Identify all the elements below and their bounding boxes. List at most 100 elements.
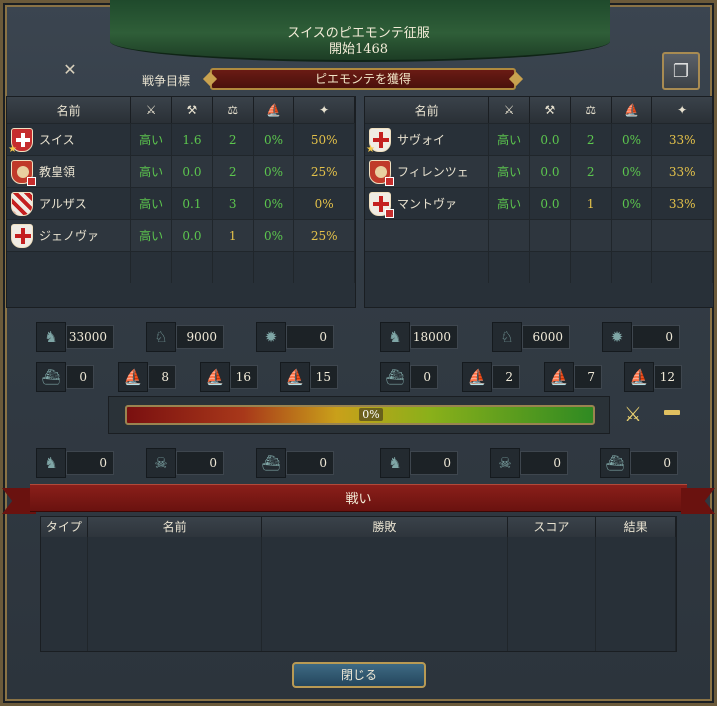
attacker-cavalry[interactable]: ♘ 9000 xyxy=(146,322,224,352)
skull-icon: ☠ xyxy=(146,448,176,478)
balance-icon[interactable]: ⚖ xyxy=(571,97,612,123)
header-name: 名前 xyxy=(7,97,132,123)
header-score[interactable]: スコア xyxy=(508,517,597,537)
table-row[interactable]: ★ スイス 高い 1.6 2 0% 50% xyxy=(7,123,355,155)
cell: 33% xyxy=(652,188,713,219)
map-mode-button[interactable]: ❐ xyxy=(662,52,700,90)
defender-transports[interactable]: ⛵ 12 xyxy=(624,362,682,392)
cell: 2 xyxy=(213,156,254,187)
ship-icon: ⛴ xyxy=(256,448,286,478)
infantry-icon: ♞ xyxy=(36,448,66,478)
battles-title: 戦い xyxy=(345,492,372,507)
cell: 33% xyxy=(652,124,713,155)
attacker-galleys[interactable]: ⛵ 16 xyxy=(200,362,258,392)
country-name: フィレンツェ xyxy=(397,165,469,179)
defender-ship-losses[interactable]: ⛴ 0 xyxy=(600,448,678,478)
cell: 0.0 xyxy=(530,188,571,219)
war-exhaustion-icon[interactable]: ⚒ xyxy=(172,97,213,123)
minus-icon[interactable] xyxy=(664,410,680,415)
attackers-rows: ★ スイス 高い 1.6 2 0% 50% 教皇領 高い 0.0 2 0% 25%… xyxy=(7,123,355,283)
cell: 0% xyxy=(254,156,295,187)
attacker-transports[interactable]: ⛵ 15 xyxy=(280,362,338,392)
ships-icon[interactable]: ⛵ xyxy=(612,97,653,123)
cavalry-icon: ♘ xyxy=(146,322,176,352)
close-button[interactable]: 閉じる xyxy=(292,662,426,688)
attacker-light-ships[interactable]: ⛵ 8 xyxy=(118,362,176,392)
light-ship-icon: ⛵ xyxy=(462,362,492,392)
cavalry-count: 9000 xyxy=(176,325,224,349)
table-row[interactable]: ★ サヴォイ 高い 0.0 2 0% 33% xyxy=(365,123,713,155)
war-goal-label: 戦争目標 xyxy=(142,74,191,88)
defender-infantry-losses[interactable]: ♞ 0 xyxy=(380,448,458,478)
participation-icon[interactable]: ✦ xyxy=(294,97,355,123)
cell: 0% xyxy=(254,220,295,251)
header-result[interactable]: 勝敗 xyxy=(262,517,508,537)
war-goal[interactable]: ピエモンテを獲得 xyxy=(210,68,516,90)
defender-attrition-losses[interactable]: ☠ 0 xyxy=(490,448,568,478)
flag-icon: ★ xyxy=(8,127,33,155)
defender-light-ships[interactable]: ⛵ 2 xyxy=(462,362,520,392)
ally-marker-icon xyxy=(385,208,394,218)
defender-artillery[interactable]: ✹ 0 xyxy=(602,322,680,352)
balance-icon[interactable]: ⚖ xyxy=(213,97,254,123)
ally-marker-icon xyxy=(385,176,394,186)
defender-cavalry[interactable]: ♘ 6000 xyxy=(492,322,570,352)
transport-icon: ⛵ xyxy=(624,362,654,392)
attacker-infantry[interactable]: ♞ 33000 xyxy=(36,322,114,352)
battles-banner: 戦い xyxy=(0,484,717,514)
table-row[interactable]: フィレンツェ 高い 0.0 2 0% 33% xyxy=(365,155,713,187)
defenders-rows: ★ サヴォイ 高い 0.0 2 0% 33% フィレンツェ 高い 0.0 2 0%… xyxy=(365,123,713,283)
attacker-heavy-ships[interactable]: ⛴ 0 xyxy=(36,362,94,392)
defender-galleys[interactable]: ⛵ 7 xyxy=(544,362,602,392)
participation-icon[interactable]: ✦ xyxy=(652,97,713,123)
flag-icon xyxy=(369,159,394,186)
cell: 3 xyxy=(213,188,254,219)
cell: 高い xyxy=(131,220,173,251)
cell: 高い xyxy=(489,124,531,155)
table-row xyxy=(365,251,713,283)
flag-icon xyxy=(11,223,33,248)
defender-infantry[interactable]: ♞ 18000 xyxy=(380,322,458,352)
morale-icon[interactable]: ⚔ xyxy=(131,97,173,123)
table-row[interactable]: 教皇領 高い 0.0 2 0% 25% xyxy=(7,155,355,187)
infantry-icon: ♞ xyxy=(380,322,410,352)
table-row[interactable]: マントヴァ 高い 0.0 1 0% 33% xyxy=(365,187,713,219)
table-row[interactable]: アルザス 高い 0.1 3 0% 0% xyxy=(7,187,355,219)
header-outcome[interactable]: 結果 xyxy=(596,517,676,537)
table-row xyxy=(7,251,355,283)
war-exhaustion-icon[interactable]: ⚒ xyxy=(530,97,571,123)
ships-icon[interactable]: ⛵ xyxy=(254,97,295,123)
war-start-date: 開始1468 xyxy=(328,42,389,57)
war-score-bar[interactable]: 0% xyxy=(125,405,595,425)
battles-header: タイプ 名前 勝敗 スコア 結果 xyxy=(41,517,676,537)
header-type[interactable]: タイプ xyxy=(41,517,88,537)
losses-count: 0 xyxy=(630,451,678,475)
flag-icon xyxy=(11,191,33,216)
attacker-infantry-losses[interactable]: ♞ 0 xyxy=(36,448,114,478)
defenders-table: 名前 ⚔ ⚒ ⚖ ⛵ ✦ ★ サヴォイ 高い 0.0 2 0% 33% フィレンツ… xyxy=(364,96,714,308)
artillery-count: 0 xyxy=(286,325,334,349)
crossed-swords-icon[interactable]: ⚔ xyxy=(620,402,646,428)
attacker-attrition-losses[interactable]: ☠ 0 xyxy=(146,448,224,478)
map-icon: ❐ xyxy=(672,60,690,82)
country-name: 教皇領 xyxy=(39,165,76,179)
losses-count: 0 xyxy=(176,451,224,475)
cell: 1 xyxy=(571,188,612,219)
attacker-ship-losses[interactable]: ⛴ 0 xyxy=(256,448,334,478)
morale-icon[interactable]: ⚔ xyxy=(489,97,531,123)
attacker-artillery[interactable]: ✹ 0 xyxy=(256,322,334,352)
galleys-count: 7 xyxy=(574,365,602,389)
artillery-icon: ✹ xyxy=(602,322,632,352)
cell: 0% xyxy=(612,124,653,155)
cell: 0% xyxy=(612,188,653,219)
infantry-icon: ♞ xyxy=(380,448,410,478)
header-name[interactable]: 名前 xyxy=(88,517,263,537)
header-name: 名前 xyxy=(365,97,490,123)
skull-icon: ☠ xyxy=(490,448,520,478)
cell: 0.1 xyxy=(172,188,213,219)
defender-heavy-ships[interactable]: ⛴ 0 xyxy=(380,362,438,392)
table-row[interactable]: ジェノヴァ 高い 0.0 1 0% 25% xyxy=(7,219,355,251)
cell: 高い xyxy=(131,124,173,155)
transport-icon: ⛵ xyxy=(280,362,310,392)
war-score-panel: 0% xyxy=(108,396,610,434)
